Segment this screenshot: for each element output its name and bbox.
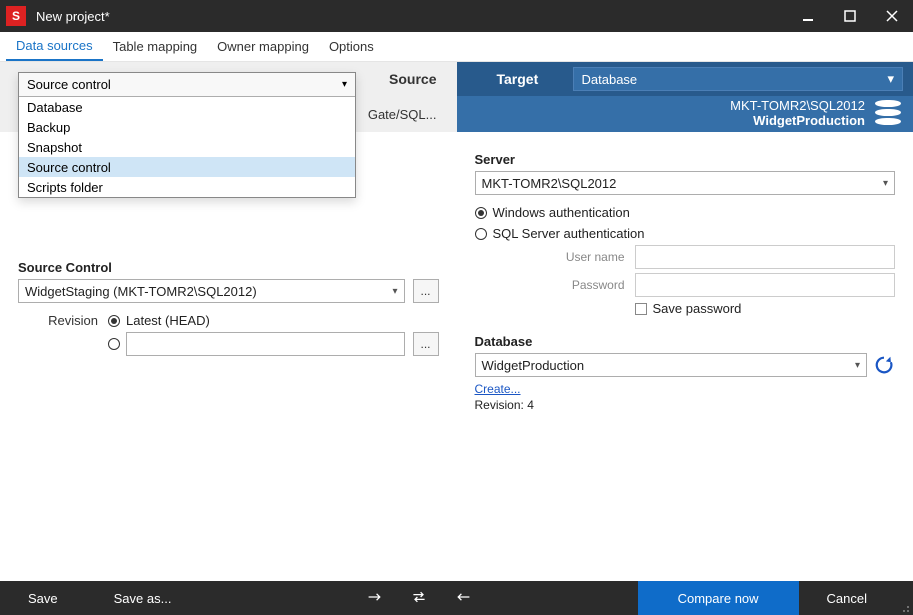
banner-target: Target Database ▾ MKT-TOMR2\SQL2012 Widg… bbox=[457, 62, 913, 132]
target-type-dropdown[interactable]: Database ▾ bbox=[573, 67, 904, 91]
create-database-link[interactable]: Create... bbox=[475, 382, 521, 396]
swap-button[interactable] bbox=[411, 591, 427, 606]
close-button[interactable] bbox=[871, 0, 913, 32]
source-type-value: Source control bbox=[27, 77, 111, 92]
copy-right-button[interactable] bbox=[367, 591, 383, 606]
titlebar: S New project* bbox=[0, 0, 913, 32]
revision-latest-label: Latest (HEAD) bbox=[126, 313, 210, 328]
copy-left-button[interactable] bbox=[455, 591, 471, 606]
source-subtitle: Gate/SQL... bbox=[368, 107, 437, 122]
target-revision-text: Revision: 4 bbox=[475, 398, 896, 412]
target-database-name: WidgetProduction bbox=[753, 114, 865, 129]
revision-specific-radio[interactable] bbox=[108, 338, 120, 350]
auth-sql-radio[interactable] bbox=[475, 228, 487, 240]
source-type-option-database[interactable]: Database bbox=[19, 97, 355, 117]
refresh-icon[interactable] bbox=[873, 354, 895, 376]
maximize-button[interactable] bbox=[829, 0, 871, 32]
menubar: Data sources Table mapping Owner mapping… bbox=[0, 32, 913, 62]
save-button[interactable]: Save bbox=[0, 581, 86, 615]
auth-sql-label: SQL Server authentication bbox=[493, 226, 645, 241]
database-value: WidgetProduction bbox=[482, 358, 585, 373]
save-as-button[interactable]: Save as... bbox=[86, 581, 200, 615]
save-password-label: Save password bbox=[653, 301, 742, 316]
revision-browse-button[interactable]: ... bbox=[413, 332, 439, 356]
target-pane: Server MKT-TOMR2\SQL2012 ▾ Windows authe… bbox=[457, 132, 913, 581]
footer: Save Save as... Compare now Cancel bbox=[0, 581, 913, 615]
database-label: Database bbox=[475, 334, 896, 349]
chevron-down-icon: ▾ bbox=[392, 286, 397, 297]
source-repo-browse-button[interactable]: ... bbox=[413, 279, 439, 303]
password-input[interactable] bbox=[635, 273, 896, 297]
chevron-down-icon: ▾ bbox=[855, 360, 860, 371]
target-server-name: MKT-TOMR2\SQL2012 bbox=[730, 99, 865, 114]
source-control-label: Source Control bbox=[18, 260, 439, 275]
content: Source Gate/SQL... Target Database ▾ MKT… bbox=[0, 62, 913, 581]
cancel-button[interactable]: Cancel bbox=[799, 581, 895, 615]
source-type-option-snapshot[interactable]: Snapshot bbox=[19, 137, 355, 157]
revision-label: Revision bbox=[18, 313, 108, 328]
server-dropdown[interactable]: MKT-TOMR2\SQL2012 ▾ bbox=[475, 171, 896, 195]
app-logo: S bbox=[6, 6, 26, 26]
revision-latest-radio[interactable] bbox=[108, 315, 120, 327]
chevron-down-icon: ▾ bbox=[342, 79, 347, 90]
tab-owner-mapping[interactable]: Owner mapping bbox=[207, 32, 319, 61]
auth-windows-label: Windows authentication bbox=[493, 205, 630, 220]
compare-now-button[interactable]: Compare now bbox=[638, 581, 799, 615]
password-label: Password bbox=[495, 278, 635, 292]
source-repo-dropdown[interactable]: WidgetStaging (MKT-TOMR2\SQL2012) ▾ bbox=[18, 279, 405, 303]
resize-grip-icon[interactable] bbox=[895, 581, 913, 615]
source-type-dropdown-panel: Source control ▾ Database Backup Snapsho… bbox=[18, 72, 356, 198]
database-icon bbox=[875, 100, 901, 126]
user-name-label: User name bbox=[495, 250, 635, 264]
source-type-option-source-control[interactable]: Source control bbox=[19, 157, 355, 177]
source-type-dropdown[interactable]: Source control ▾ bbox=[19, 73, 355, 97]
auth-windows-radio[interactable] bbox=[475, 207, 487, 219]
user-name-input[interactable] bbox=[635, 245, 896, 269]
source-heading: Source bbox=[389, 71, 436, 87]
source-pane: Source Control WidgetStaging (MKT-TOMR2\… bbox=[0, 132, 457, 581]
save-password-checkbox[interactable] bbox=[635, 303, 647, 315]
database-dropdown[interactable]: WidgetProduction ▾ bbox=[475, 353, 868, 377]
minimize-button[interactable] bbox=[787, 0, 829, 32]
target-type-value: Database bbox=[582, 72, 638, 87]
revision-specific-input[interactable] bbox=[126, 332, 405, 356]
tab-data-sources[interactable]: Data sources bbox=[6, 32, 103, 61]
server-label: Server bbox=[475, 152, 896, 167]
chevron-down-icon: ▾ bbox=[887, 71, 894, 87]
chevron-down-icon: ▾ bbox=[883, 178, 888, 189]
server-value: MKT-TOMR2\SQL2012 bbox=[482, 176, 617, 191]
source-type-option-backup[interactable]: Backup bbox=[19, 117, 355, 137]
tab-table-mapping[interactable]: Table mapping bbox=[103, 32, 208, 61]
tab-options[interactable]: Options bbox=[319, 32, 384, 61]
source-repo-value: WidgetStaging (MKT-TOMR2\SQL2012) bbox=[25, 284, 257, 299]
source-type-option-scripts-folder[interactable]: Scripts folder bbox=[19, 177, 355, 197]
window-title: New project* bbox=[36, 9, 787, 24]
target-heading: Target bbox=[457, 71, 567, 87]
